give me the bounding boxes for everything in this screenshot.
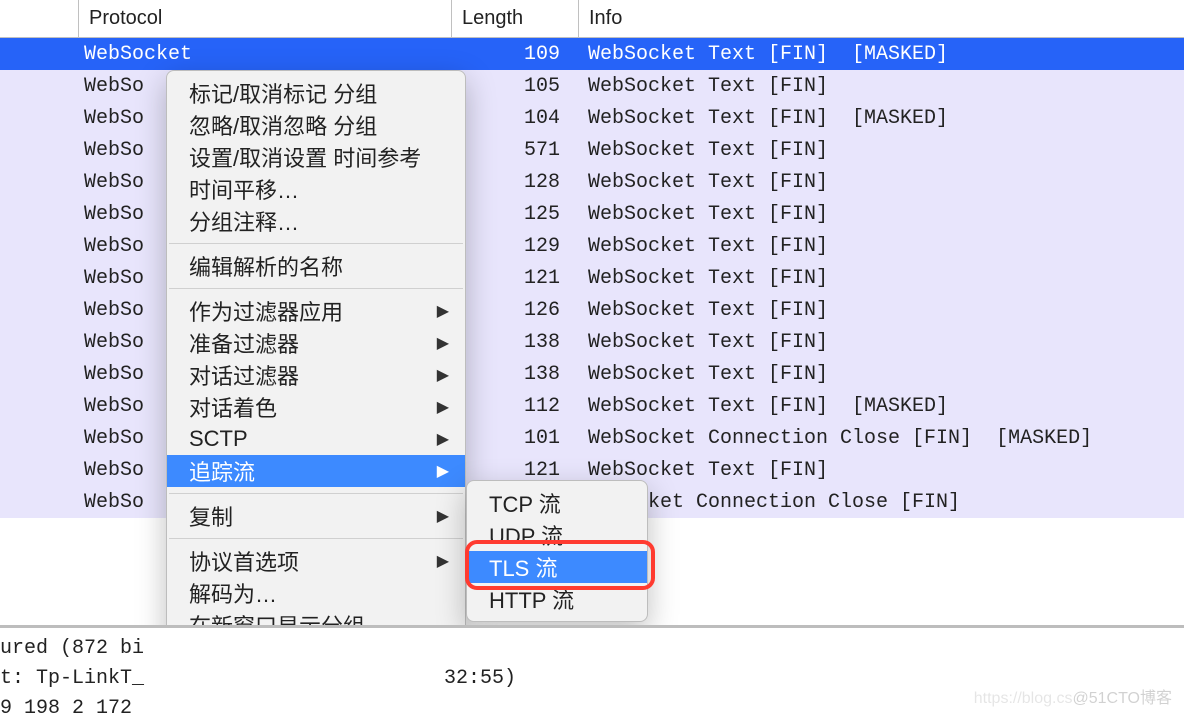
detail-line: ured (872 bi bbox=[0, 634, 1184, 664]
cell-info: WebSocket Text [FIN] bbox=[578, 331, 1184, 354]
menu-separator bbox=[169, 288, 463, 289]
chevron-right-icon: ▶ bbox=[437, 301, 449, 321]
menu-timeshift[interactable]: 时间平移… bbox=[167, 173, 465, 205]
menu-convfilter[interactable]: 对话过滤器▶ bbox=[167, 359, 465, 391]
cell-length: 126 bbox=[451, 299, 578, 322]
cell-info: WebSocket Text [FIN] bbox=[578, 139, 1184, 162]
cell-info: WebSocket Text [FIN] bbox=[578, 235, 1184, 258]
cell-info: WebSocket Text [FIN] bbox=[578, 75, 1184, 98]
cell-info: WebSocket Text [FIN] bbox=[578, 363, 1184, 386]
cell-length: 112 bbox=[451, 395, 578, 418]
header-protocol[interactable]: Protocol bbox=[78, 0, 451, 37]
submenu-udp[interactable]: UDP 流 bbox=[467, 519, 647, 551]
submenu-tls[interactable]: TLS 流 bbox=[467, 551, 647, 583]
cell-info: WebSocket Text [FIN] [MASKED] bbox=[578, 395, 1184, 418]
menu-copy[interactable]: 复制▶ bbox=[167, 500, 465, 532]
chevron-right-icon: ▶ bbox=[437, 333, 449, 353]
cell-info: WebSocket Text [FIN] bbox=[578, 299, 1184, 322]
header-spacer bbox=[0, 0, 78, 37]
cell-info: WebSocket Text [FIN] bbox=[578, 171, 1184, 194]
menu-applyfilter[interactable]: 作为过滤器应用▶ bbox=[167, 295, 465, 327]
cell-length: 104 bbox=[451, 107, 578, 130]
follow-stream-submenu[interactable]: TCP 流 UDP 流 TLS 流 HTTP 流 bbox=[466, 480, 648, 622]
cell-length: 571 bbox=[451, 139, 578, 162]
chevron-right-icon: ▶ bbox=[437, 506, 449, 526]
cell-info: WebSocket Text [FIN] bbox=[578, 267, 1184, 290]
cell-info: WebSocket Text [FIN] bbox=[578, 203, 1184, 226]
cell-info: WebSocket Connection Close [FIN] [MASKED… bbox=[578, 427, 1184, 450]
chevron-right-icon: ▶ bbox=[437, 397, 449, 417]
menu-timeref[interactable]: 设置/取消设置 时间参考 bbox=[167, 141, 465, 173]
menu-mark[interactable]: 标记/取消标记 分组 bbox=[167, 77, 465, 109]
cell-length: 101 bbox=[451, 427, 578, 450]
chevron-right-icon: ▶ bbox=[437, 551, 449, 571]
menu-decodeas[interactable]: 解码为… bbox=[167, 577, 465, 609]
cell-length: 129 bbox=[451, 235, 578, 258]
header-length[interactable]: Length bbox=[451, 0, 578, 37]
menu-sctp[interactable]: SCTP▶ bbox=[167, 423, 465, 455]
chevron-right-icon: ▶ bbox=[437, 365, 449, 385]
chevron-right-icon: ▶ bbox=[437, 429, 449, 449]
watermark: https://blog.cs@51CTO博客 bbox=[974, 684, 1172, 708]
cell-length: 128 bbox=[451, 171, 578, 194]
cell-protocol: WebSocket bbox=[78, 43, 451, 66]
cell-info: ebSocket Connection Close [FIN] bbox=[578, 491, 1184, 514]
menu-protoprefs[interactable]: 协议首选项▶ bbox=[167, 545, 465, 577]
cell-length: 121 bbox=[451, 459, 578, 482]
cell-length: 105 bbox=[451, 75, 578, 98]
cell-info: WebSocket Text [FIN] bbox=[578, 459, 1184, 482]
packet-table-header: Protocol Length Info bbox=[0, 0, 1184, 38]
chevron-right-icon: ▶ bbox=[437, 461, 449, 481]
header-info[interactable]: Info bbox=[578, 0, 1184, 37]
menu-separator bbox=[169, 493, 463, 494]
submenu-tcp[interactable]: TCP 流 bbox=[467, 487, 647, 519]
cell-length: 109 bbox=[451, 43, 578, 66]
menu-editname[interactable]: 编辑解析的名称 bbox=[167, 250, 465, 282]
cell-length: 121 bbox=[451, 267, 578, 290]
context-menu[interactable]: 标记/取消标记 分组 忽略/取消忽略 分组 设置/取消设置 时间参考 时间平移…… bbox=[166, 70, 466, 648]
menu-separator bbox=[169, 538, 463, 539]
cell-info: WebSocket Text [FIN] [MASKED] bbox=[578, 107, 1184, 130]
menu-follow-stream[interactable]: 追踪流▶ bbox=[167, 455, 465, 487]
cell-info: WebSocket Text [FIN] [MASKED] bbox=[578, 43, 1184, 66]
menu-comment[interactable]: 分组注释… bbox=[167, 205, 465, 237]
packet-details-pane[interactable]: ured (872 bi t: Tp-LinkT_32:55) 9 198 2 … bbox=[0, 625, 1184, 724]
cell-length: 125 bbox=[451, 203, 578, 226]
menu-separator bbox=[169, 243, 463, 244]
menu-convcolor[interactable]: 对话着色▶ bbox=[167, 391, 465, 423]
menu-ignore[interactable]: 忽略/取消忽略 分组 bbox=[167, 109, 465, 141]
packet-row[interactable]: WebSocket109WebSocket Text [FIN] [MASKED… bbox=[0, 38, 1184, 70]
cell-length: 138 bbox=[451, 363, 578, 386]
submenu-http[interactable]: HTTP 流 bbox=[467, 583, 647, 615]
cell-length: 138 bbox=[451, 331, 578, 354]
menu-preparefilter[interactable]: 准备过滤器▶ bbox=[167, 327, 465, 359]
